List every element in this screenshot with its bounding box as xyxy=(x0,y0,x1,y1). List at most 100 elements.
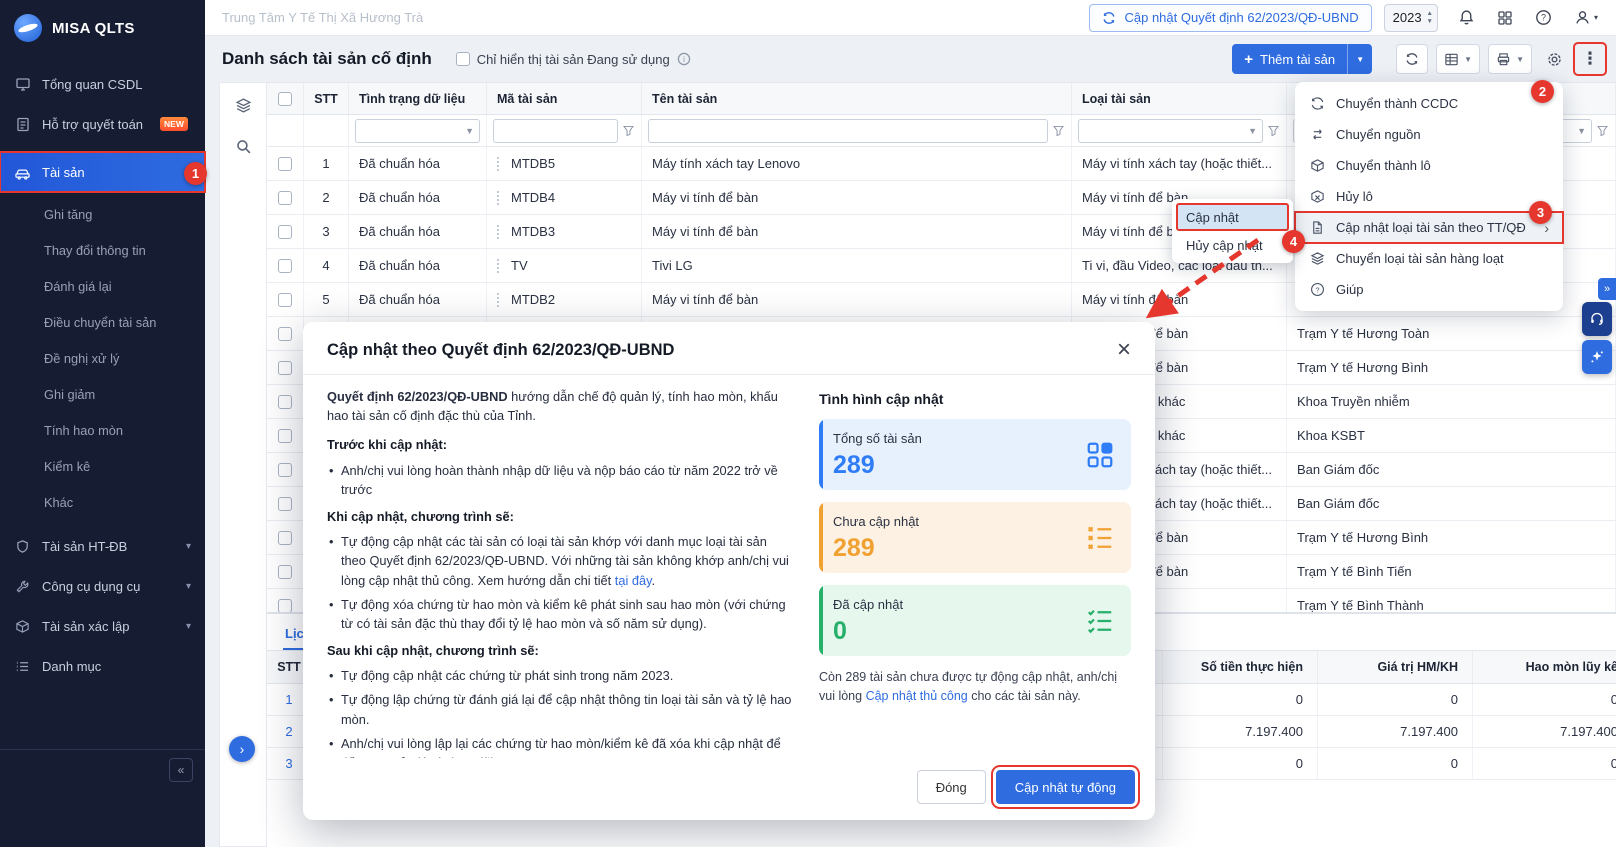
menu-item-label: Cập nhật loại tài sản theo TT/QĐ xyxy=(1336,220,1526,235)
filter-funnel-icon[interactable] xyxy=(1596,124,1609,137)
sidebar-subitem[interactable]: Thay đổi thông tin xyxy=(0,232,205,268)
filter-funnel-icon[interactable] xyxy=(622,124,635,137)
account-menu[interactable]: ▾ xyxy=(1574,9,1598,26)
auto-update-button[interactable]: Cập nhật tự động xyxy=(996,770,1135,804)
sidebar-item-cong-cu-dung-cu[interactable]: Công cụ dụng cụ ▾ xyxy=(0,566,205,606)
name-filter-input[interactable] xyxy=(648,119,1048,143)
sidebar-subitem[interactable]: Tính hao mòn xyxy=(0,412,205,448)
row-checkbox[interactable] xyxy=(278,191,292,205)
search-icon[interactable] xyxy=(235,138,252,155)
sidebar-subitem[interactable]: Kiểm kê xyxy=(0,448,205,484)
cell-name: Máy vi tính để bàn xyxy=(642,215,1072,248)
menu-item-huy-lo[interactable]: Hủy lô xyxy=(1295,181,1563,212)
settings-button[interactable] xyxy=(1540,45,1568,73)
clipboard-icon xyxy=(14,116,31,132)
menu-item-chuyen-loai-hang-loat[interactable]: Chuyển loại tài sản hàng loạt xyxy=(1295,243,1563,274)
sidebar-item-tai-san-ht-db[interactable]: Tài sản HT-ĐB ▾ xyxy=(0,526,205,566)
sidebar-subitem[interactable]: Điều chuyển tài sản xyxy=(0,304,205,340)
manual-update-link[interactable]: Cập nhật thủ công xyxy=(866,689,968,703)
submenu-item-huy-cap-nhat[interactable]: Hủy cập nhật xyxy=(1176,231,1289,259)
code-filter-input[interactable] xyxy=(493,119,618,143)
submenu-item-cap-nhat[interactable]: Cập nhật xyxy=(1176,203,1289,231)
sidebar-subitem[interactable]: Đánh giá lại xyxy=(0,268,205,304)
collapse-sidebar-button[interactable]: « xyxy=(169,758,193,782)
sidebar-subitem[interactable]: Đề nghị xử lý xyxy=(0,340,205,376)
support-headset-button[interactable] xyxy=(1582,302,1612,336)
menu-item-giup[interactable]: ? Giúp xyxy=(1295,274,1563,305)
columns-button[interactable]: ▼ xyxy=(1436,44,1480,74)
edge-expand-tab[interactable]: » xyxy=(1598,278,1616,300)
menu-item-chuyen-thanh-ccdc[interactable]: Chuyển thành CCDC xyxy=(1295,88,1563,119)
row-checkbox[interactable] xyxy=(278,327,292,341)
status-filter-dropdown[interactable]: ▼ xyxy=(355,119,480,143)
select-all-checkbox[interactable] xyxy=(278,92,292,106)
apps-grid-icon[interactable] xyxy=(1497,10,1513,26)
menu-item-cap-nhat-loai-tai-san[interactable]: Cập nhật loại tài sản theo TT/QĐ › xyxy=(1295,212,1563,243)
guide-link[interactable]: tại đây xyxy=(615,573,652,588)
row-checkbox[interactable] xyxy=(278,497,292,511)
only-in-use-filter[interactable]: Chỉ hiển thị tài sản Đang sử dụng i xyxy=(456,52,691,67)
card-value: 0 xyxy=(833,617,1117,646)
sidebar-subitem[interactable]: Ghi giảm xyxy=(0,376,205,412)
row-checkbox[interactable] xyxy=(278,259,292,273)
col-header-code[interactable]: Mã tài sản xyxy=(487,83,642,114)
chevron-down-icon: ▾ xyxy=(186,581,191,592)
sidebar-item-tong-quan-csdl[interactable]: Tổng quan CSDL xyxy=(0,64,205,104)
sidebar-item-tai-san[interactable]: Tài sản ▴ xyxy=(0,152,205,192)
batch-cancel-icon xyxy=(1309,189,1325,204)
update-decision-button[interactable]: Cập nhật Quyết định 62/2023/QĐ-UBND xyxy=(1089,4,1371,32)
step-badge-4: 4 xyxy=(1282,230,1305,253)
add-asset-button[interactable]: +Thêm tài sản ▼ xyxy=(1232,44,1372,74)
col-header-stt[interactable]: STT xyxy=(304,83,349,114)
row-checkbox[interactable] xyxy=(278,293,292,307)
sidebar-subitem[interactable]: Ghi tăng xyxy=(0,196,205,232)
row-checkbox[interactable] xyxy=(278,429,292,443)
cell-dept: Trạm Y tế Hương Bình xyxy=(1287,521,1616,554)
help-icon[interactable]: ? xyxy=(1535,9,1552,26)
filter-funnel-icon[interactable] xyxy=(1267,124,1280,137)
layers-icon[interactable] xyxy=(235,97,252,114)
year-spinner-icon[interactable]: ▲▼ xyxy=(1427,10,1433,26)
sidebar-subitem[interactable]: Khác xyxy=(0,484,205,520)
sidebar-item-danh-muc[interactable]: Danh mục xyxy=(0,646,205,686)
year-selector[interactable]: 2023 ▲▼ xyxy=(1384,4,1438,32)
cell-checkbox xyxy=(267,249,304,282)
sidebar-item-tai-san-xac-lap[interactable]: Tài sản xác lập ▾ xyxy=(0,606,205,646)
svg-text:?: ? xyxy=(1541,13,1546,23)
bcell-hmkh: 0 xyxy=(1318,748,1473,779)
cell-checkbox xyxy=(267,385,304,418)
row-checkbox[interactable] xyxy=(278,225,292,239)
col-header-name[interactable]: Tên tài sản xyxy=(642,83,1072,114)
row-checkbox[interactable] xyxy=(278,463,292,477)
menu-item-chuyen-nguon[interactable]: Chuyển nguồn xyxy=(1295,119,1563,150)
print-button[interactable]: ▼ xyxy=(1488,44,1532,74)
info-icon[interactable]: i xyxy=(677,52,691,66)
close-icon[interactable]: × xyxy=(1117,338,1131,362)
type-filter-dropdown[interactable]: ▼ xyxy=(1078,119,1263,143)
cell-name: Tivi LG xyxy=(642,249,1072,282)
sidebar-item-ho-tro-quyet-toan[interactable]: Hỗ trợ quyết toán NEW xyxy=(0,104,205,144)
add-asset-dropdown[interactable]: ▼ xyxy=(1347,44,1372,74)
col-header-type[interactable]: Loại tài sản xyxy=(1072,83,1287,114)
filter-funnel-icon[interactable] xyxy=(1052,124,1065,137)
more-actions-button[interactable]: ⋮ xyxy=(1576,45,1604,73)
only-in-use-checkbox[interactable] xyxy=(456,52,470,66)
row-checkbox[interactable] xyxy=(278,599,292,613)
refresh-button[interactable] xyxy=(1396,44,1428,74)
expand-gutter-button[interactable]: › xyxy=(229,736,255,762)
row-checkbox[interactable] xyxy=(278,157,292,171)
menu-item-chuyen-thanh-lo[interactable]: Chuyển thành lô xyxy=(1295,150,1563,181)
card-value: 289 xyxy=(833,451,1117,480)
assistant-button[interactable] xyxy=(1582,340,1612,374)
more-actions-menu: Chuyển thành CCDC Chuyển nguồn Chuyển th… xyxy=(1295,82,1563,311)
car-icon xyxy=(14,165,31,180)
row-checkbox[interactable] xyxy=(278,565,292,579)
close-button[interactable]: Đóng xyxy=(917,770,986,804)
bcell-amount: 0 xyxy=(1163,684,1318,715)
col-header-status[interactable]: Tình trạng dữ liệu xyxy=(349,83,487,114)
step-badge-2: 2 xyxy=(1531,80,1554,103)
row-checkbox[interactable] xyxy=(278,361,292,375)
row-checkbox[interactable] xyxy=(278,531,292,545)
bell-icon[interactable] xyxy=(1458,9,1475,26)
row-checkbox[interactable] xyxy=(278,395,292,409)
